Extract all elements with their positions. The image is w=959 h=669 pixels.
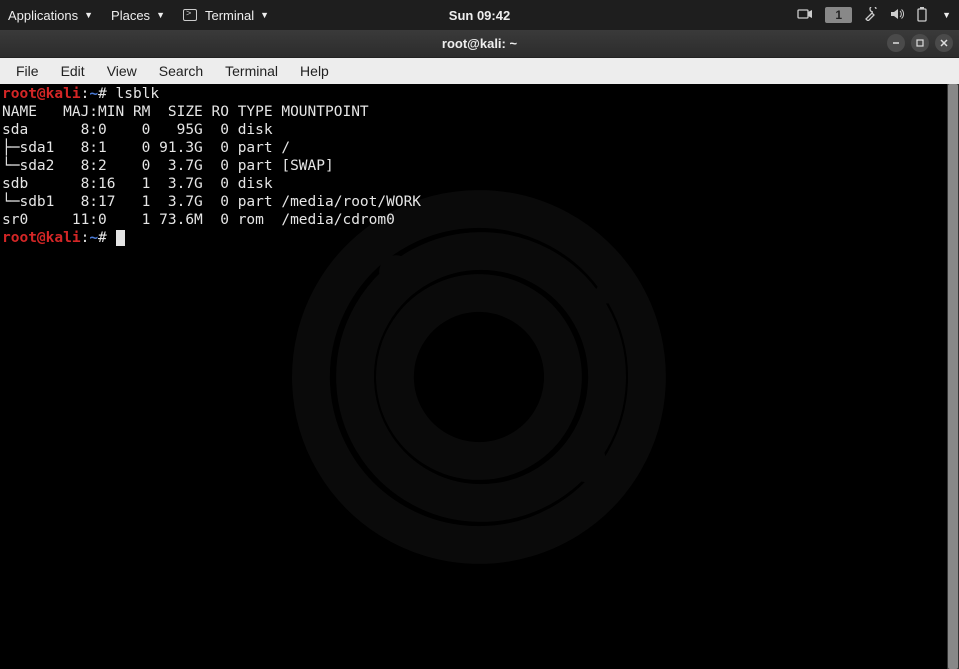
lsblk-row: └─sda2 8:2 0 3.7G 0 part [SWAP] (2, 158, 334, 174)
topbar-left: Applications ▼ Places ▼ Terminal ▼ (8, 8, 269, 23)
terminal-scrollbar[interactable] (947, 84, 959, 669)
topbar-right: 1 ▼ (797, 6, 951, 25)
lsblk-row: sda 8:0 0 95G 0 disk (2, 122, 281, 138)
menubar: File Edit View Search Terminal Help (0, 58, 959, 84)
volume-icon[interactable] (890, 7, 904, 24)
prompt-user: root@kali (2, 86, 81, 102)
lsblk-header: NAME MAJ:MIN RM SIZE RO TYPE MOUNTPOINT (2, 104, 369, 120)
camera-icon[interactable] (797, 7, 813, 24)
scrollbar-thumb[interactable] (948, 84, 958, 669)
maximize-button[interactable] (911, 34, 929, 52)
lsblk-row: sr0 11:0 1 73.6M 0 rom /media/cdrom0 (2, 212, 395, 228)
clock[interactable]: Sun 09:42 (449, 8, 510, 23)
applications-menu[interactable]: Applications ▼ (8, 8, 93, 23)
menu-help[interactable]: Help (290, 61, 339, 81)
prompt-hash: # (98, 230, 107, 246)
lsblk-row: └─sdb1 8:17 1 3.7G 0 part /media/root/WO… (2, 194, 421, 210)
prompt-user: root@kali (2, 230, 81, 246)
menu-file[interactable]: File (6, 61, 49, 81)
chevron-down-icon: ▼ (84, 10, 93, 20)
prompt-colon: : (81, 86, 90, 102)
chevron-down-icon: ▼ (156, 10, 165, 20)
terminal-menu[interactable]: Terminal ▼ (183, 8, 269, 23)
prompt-colon: : (81, 230, 90, 246)
terminal-window: root@kali: ~ File Edit View Search Termi… (0, 30, 959, 669)
terminal-label: Terminal (205, 8, 254, 23)
tool-icon[interactable] (864, 7, 878, 24)
window-controls (887, 34, 953, 52)
battery-icon[interactable] (916, 6, 928, 25)
prompt-hash: # (98, 86, 107, 102)
clock-text: Sun 09:42 (449, 8, 510, 23)
menu-view[interactable]: View (97, 61, 147, 81)
terminal-body[interactable]: root@kali:~# lsblk NAME MAJ:MIN RM SIZE … (0, 84, 959, 669)
applications-label: Applications (8, 8, 78, 23)
window-title: root@kali: ~ (442, 36, 517, 51)
lsblk-row: sdb 8:16 1 3.7G 0 disk (2, 176, 281, 192)
menu-search[interactable]: Search (149, 61, 213, 81)
terminal-icon (183, 9, 197, 21)
close-button[interactable] (935, 34, 953, 52)
workspace-indicator[interactable]: 1 (825, 7, 852, 23)
window-titlebar[interactable]: root@kali: ~ (0, 30, 959, 58)
lsblk-row: ├─sda1 8:1 0 91.3G 0 part / (2, 140, 290, 156)
cursor (116, 230, 125, 246)
gnome-topbar: Applications ▼ Places ▼ Terminal ▼ Sun 0… (0, 0, 959, 30)
minimize-button[interactable] (887, 34, 905, 52)
terminal-content[interactable]: root@kali:~# lsblk NAME MAJ:MIN RM SIZE … (0, 84, 959, 248)
system-menu-chevron[interactable]: ▼ (942, 10, 951, 20)
prompt-path: ~ (89, 86, 98, 102)
chevron-down-icon: ▼ (260, 10, 269, 20)
places-menu[interactable]: Places ▼ (111, 8, 165, 23)
menu-edit[interactable]: Edit (51, 61, 95, 81)
places-label: Places (111, 8, 150, 23)
menu-terminal[interactable]: Terminal (215, 61, 288, 81)
command-1: lsblk (107, 86, 159, 102)
prompt-path: ~ (89, 230, 98, 246)
